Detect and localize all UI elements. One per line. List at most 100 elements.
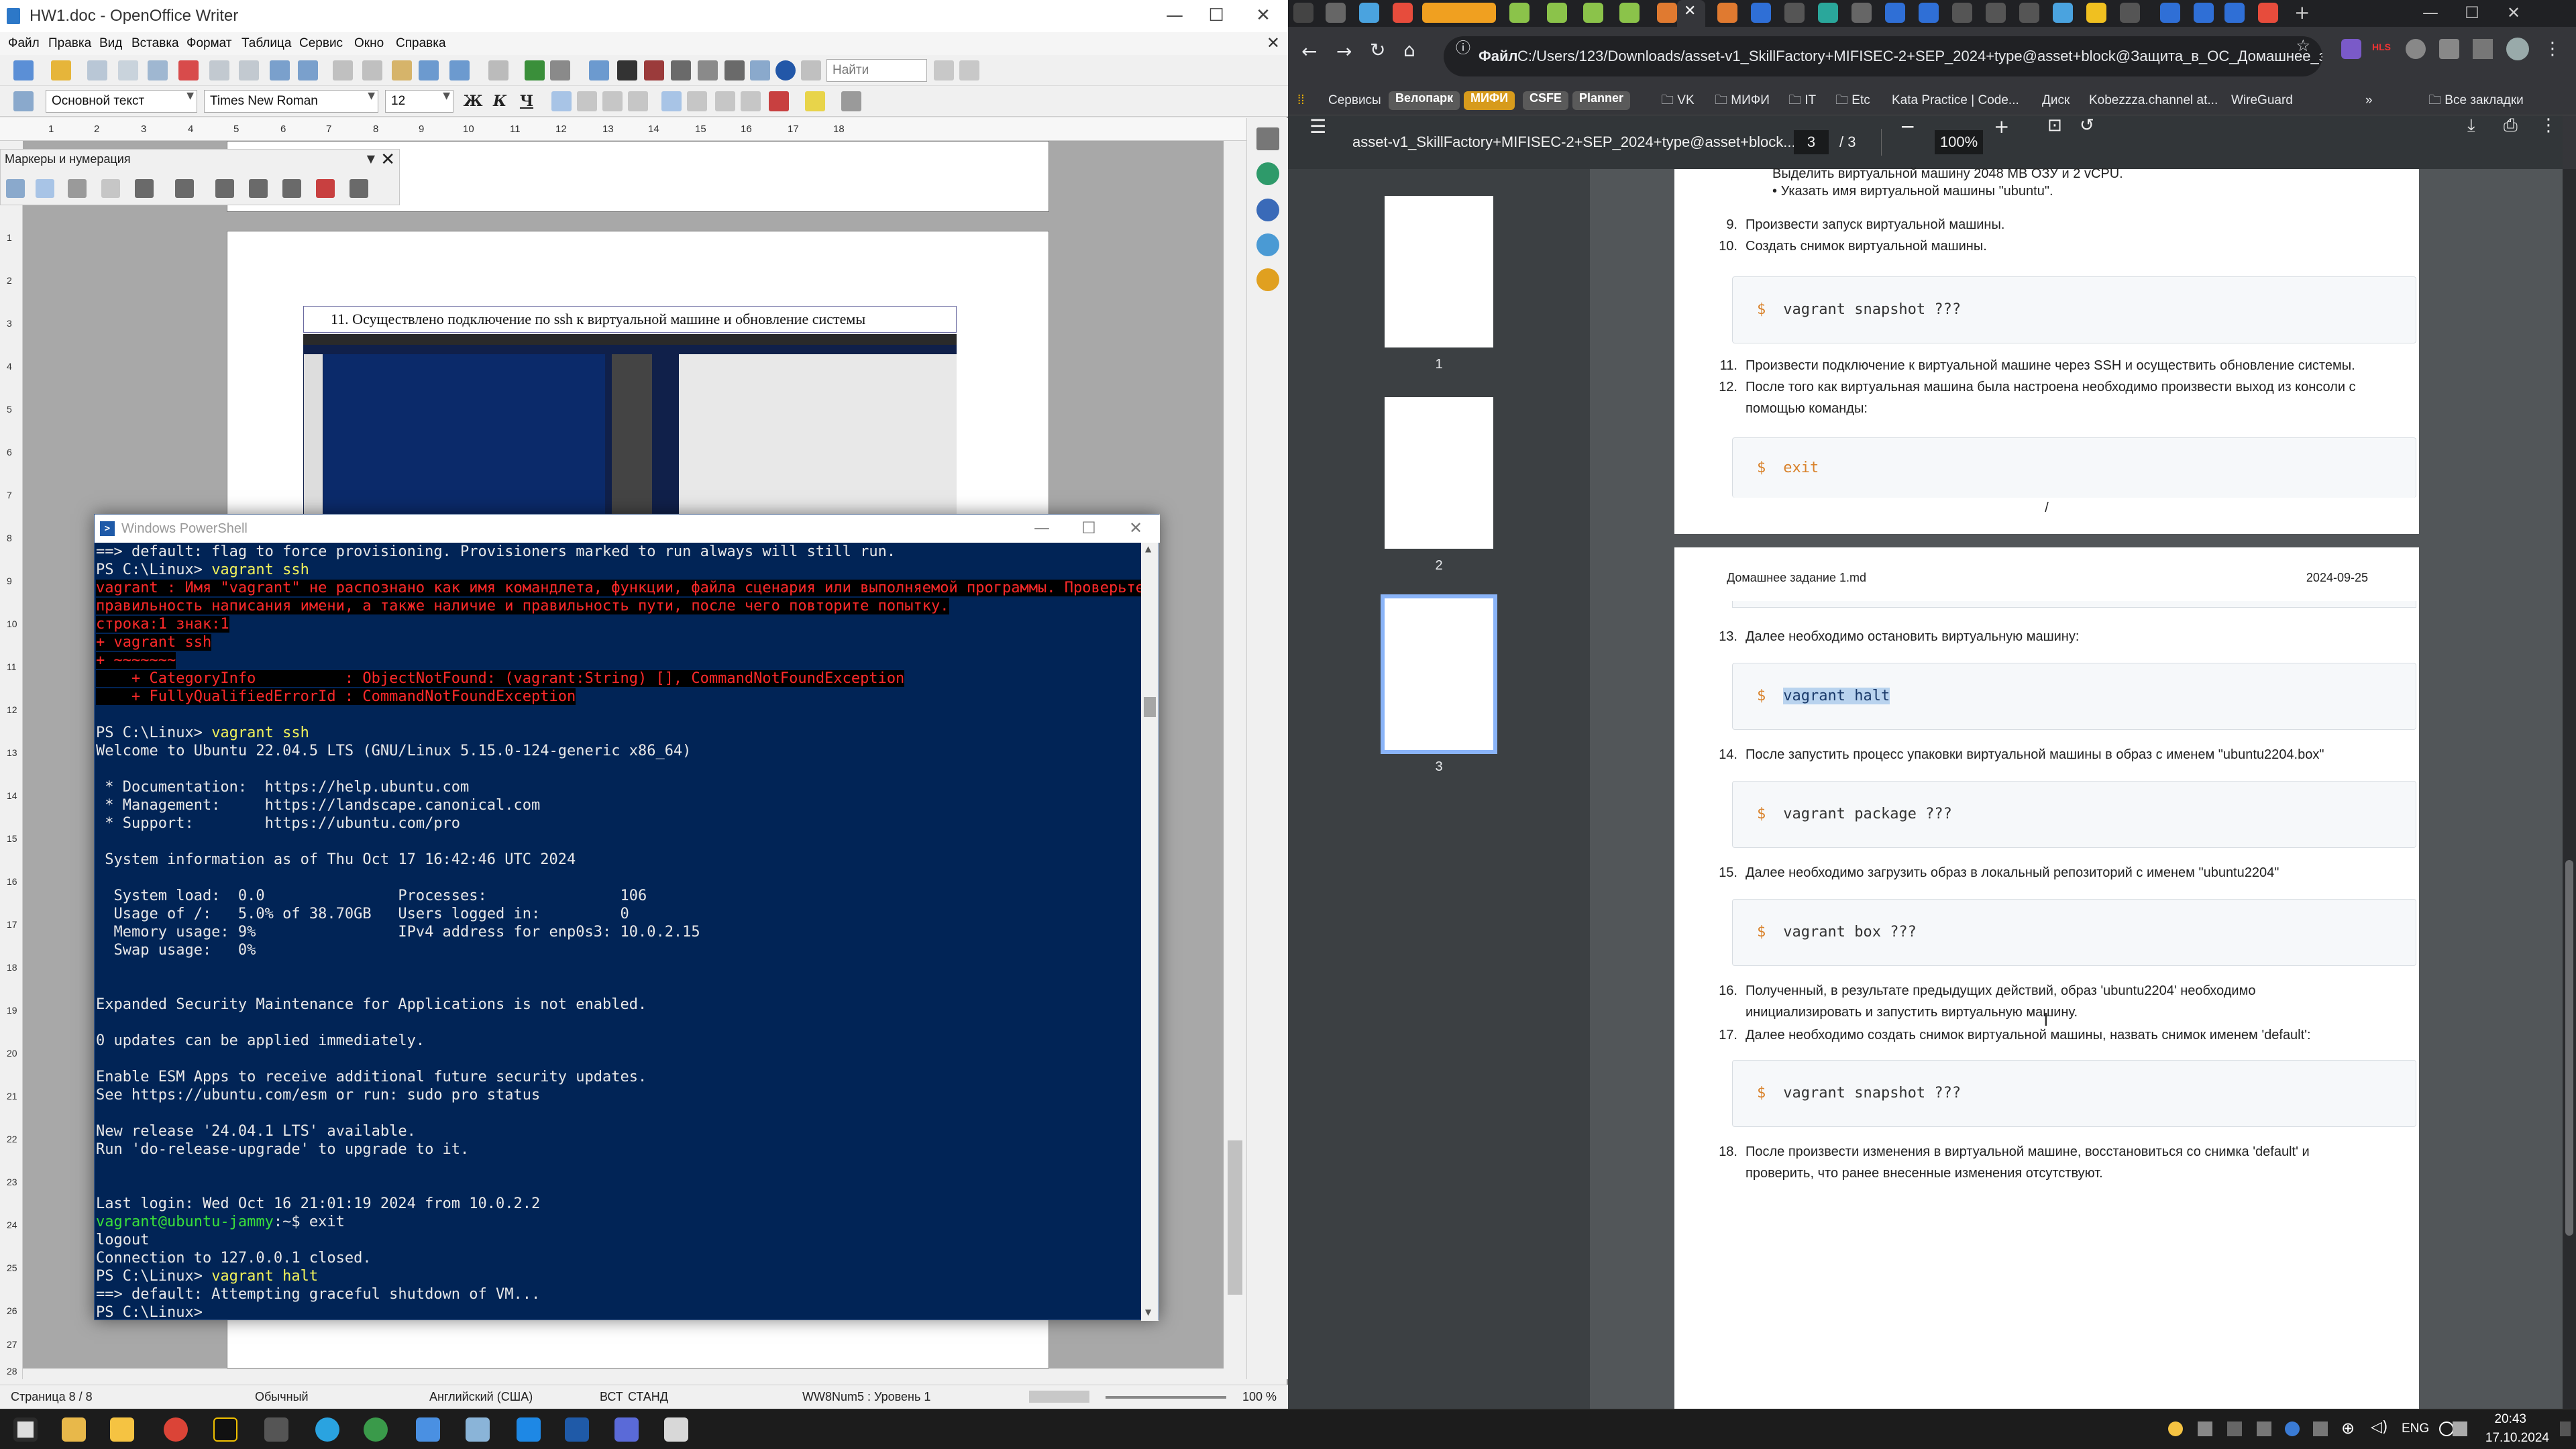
zoom-slider[interactable] [1106,1396,1226,1399]
increase-indent-icon[interactable] [741,91,761,111]
bookmark-kobezzza[interactable]: Kobezzza.channel at... [2089,86,2218,115]
promote-icon[interactable] [135,179,154,198]
start-icon[interactable] [13,1417,38,1442]
tab-favicon[interactable] [1986,3,2006,23]
navigator-icon[interactable] [644,60,664,80]
tab-favicon[interactable] [2053,3,2073,23]
spellcheck-icon[interactable] [270,60,290,80]
minimize-icon[interactable]: — [2410,0,2451,27]
tab-favicon[interactable] [2086,3,2106,23]
menu-table[interactable]: Таблица [241,36,292,51]
chrome-icon[interactable] [164,1417,188,1442]
tab-favicon[interactable] [1583,3,1603,23]
format-paintbrush-icon[interactable] [419,60,439,80]
email-icon[interactable] [118,60,138,80]
powershell-console[interactable]: ==> default: flag to force provisioning.… [95,543,1141,1321]
zoom-in-icon[interactable]: + [1994,115,2009,138]
tab-close-icon[interactable]: ✕ [1684,3,1696,19]
rotate-icon[interactable]: ↺ [2080,115,2094,136]
tab-mifi[interactable] [1422,3,1496,23]
more-icon[interactable]: ⋮ [2540,115,2557,136]
volume-icon[interactable]: ◁) [2371,1419,2388,1436]
horizontal-ruler[interactable]: 1 2 3 4 5 6 7 8 9 10 11 12 13 14 15 16 1… [0,118,1275,141]
whats-this-icon[interactable] [801,60,821,80]
bookmark-folder-mifi[interactable]: 🗀 МИФИ [1715,86,1770,115]
language-indicator[interactable]: ENG [2402,1421,2429,1436]
undo-icon[interactable] [449,60,470,80]
tab-favicon[interactable] [1784,3,1805,23]
menu-format[interactable]: Формат [186,36,232,51]
notification-icon[interactable] [2560,1421,2571,1436]
find-down-icon[interactable] [959,60,979,80]
forward-icon[interactable]: → [1336,40,1352,62]
address-bar[interactable]: ⓘ Файл C:/Users/123/Downloads/asset-v1_S… [1444,36,2322,76]
reload-icon[interactable]: ↻ [1370,39,1385,61]
code-text-selected[interactable]: vagrant halt [1783,688,1890,704]
extension-icon[interactable] [2406,39,2426,59]
minimize-icon[interactable]: — [1154,0,1195,32]
tab-favicon[interactable] [1919,3,1939,23]
download-icon[interactable]: ⤓ [2467,115,2475,136]
scroll-thumb[interactable] [1144,697,1156,717]
menu-tools[interactable]: Сервис [299,36,343,51]
datasources-icon[interactable] [698,60,718,80]
status-zoom[interactable]: 100 % [1242,1385,1277,1408]
tab-favicon[interactable] [1326,3,1346,23]
bookmark-kata[interactable]: Kata Practice | Code... [1892,86,2019,115]
sidebar-menu-icon[interactable] [1256,127,1279,150]
align-center-icon[interactable] [577,91,597,111]
app-icon[interactable] [416,1417,440,1442]
paragraph-style-select[interactable]: Основной текст ▼ [46,90,197,113]
close-icon[interactable]: ✕ [1112,515,1160,543]
numbering-on-icon[interactable] [36,179,54,198]
help-icon[interactable] [775,60,796,80]
bookmark-services[interactable]: Сервисы [1328,86,1381,115]
bold-button[interactable]: Ж [463,91,483,111]
hyperlink-icon[interactable] [525,60,545,80]
restart-numbering-icon[interactable] [316,179,335,198]
menu-edit[interactable]: Правка [48,36,91,51]
edit-mode-icon[interactable] [148,60,168,80]
menu-window[interactable]: Окно [354,36,384,51]
preview-icon[interactable] [239,60,259,80]
menu-help[interactable]: Справка [396,36,446,51]
avatar[interactable] [2506,38,2529,60]
console-scrollbar[interactable]: ▲ ▼ [1141,543,1159,1321]
table-icon[interactable] [550,60,570,80]
menu-file[interactable]: Файл [8,36,40,51]
tab-favicon[interactable] [1952,3,1972,23]
find-up-icon[interactable] [934,60,954,80]
highlight-icon[interactable] [805,91,825,111]
pdf-export-icon[interactable] [178,60,199,80]
bookmark-wireguard[interactable]: WireGuard [2231,86,2293,115]
bookmark-disk[interactable]: Диск [2042,86,2070,115]
align-right-icon[interactable] [602,91,623,111]
menu-view[interactable]: Вид [99,36,122,51]
virtualbox-icon[interactable] [466,1417,490,1442]
apps-icon[interactable]: ⁞⁞ [1297,86,1305,115]
properties-icon[interactable] [1256,162,1279,185]
bookmark-mifi-chip[interactable]: МИФИ [1464,91,1515,110]
bookmark-folder-it[interactable]: 🗀 IT [1788,86,1816,115]
font-name-select[interactable]: Times New Roman ▼ [204,90,378,113]
tray-icon[interactable] [2198,1421,2212,1436]
find-replace-icon[interactable] [617,60,637,80]
powershell-window[interactable]: > Windows PowerShell — ☐ ✕ ==> default: … [94,514,1160,1321]
styles-panel-icon[interactable] [1256,199,1279,221]
new-doc-icon[interactable] [13,60,34,80]
decrease-indent-icon[interactable] [715,91,735,111]
demote-icon[interactable] [101,179,120,198]
vertical-ruler[interactable]: 1 2 3 4 5 6 7 8 9 10 11 12 13 14 15 16 1… [0,205,23,1379]
app-icon[interactable] [614,1417,639,1442]
extension-icon[interactable] [2341,39,2361,59]
numbering-icon[interactable] [661,91,682,111]
tab-favicon[interactable] [1547,3,1567,23]
tab-favicon[interactable] [1619,3,1640,23]
home-icon[interactable]: ⌂ [1403,39,1415,61]
print-icon[interactable] [209,60,229,80]
gallery-panel-icon[interactable] [1256,233,1279,256]
background-color-icon[interactable] [841,91,861,111]
font-color-icon[interactable] [769,91,789,111]
zoom-icon[interactable] [750,60,770,80]
clock-time[interactable]: 20:43 [2461,1409,2526,1430]
